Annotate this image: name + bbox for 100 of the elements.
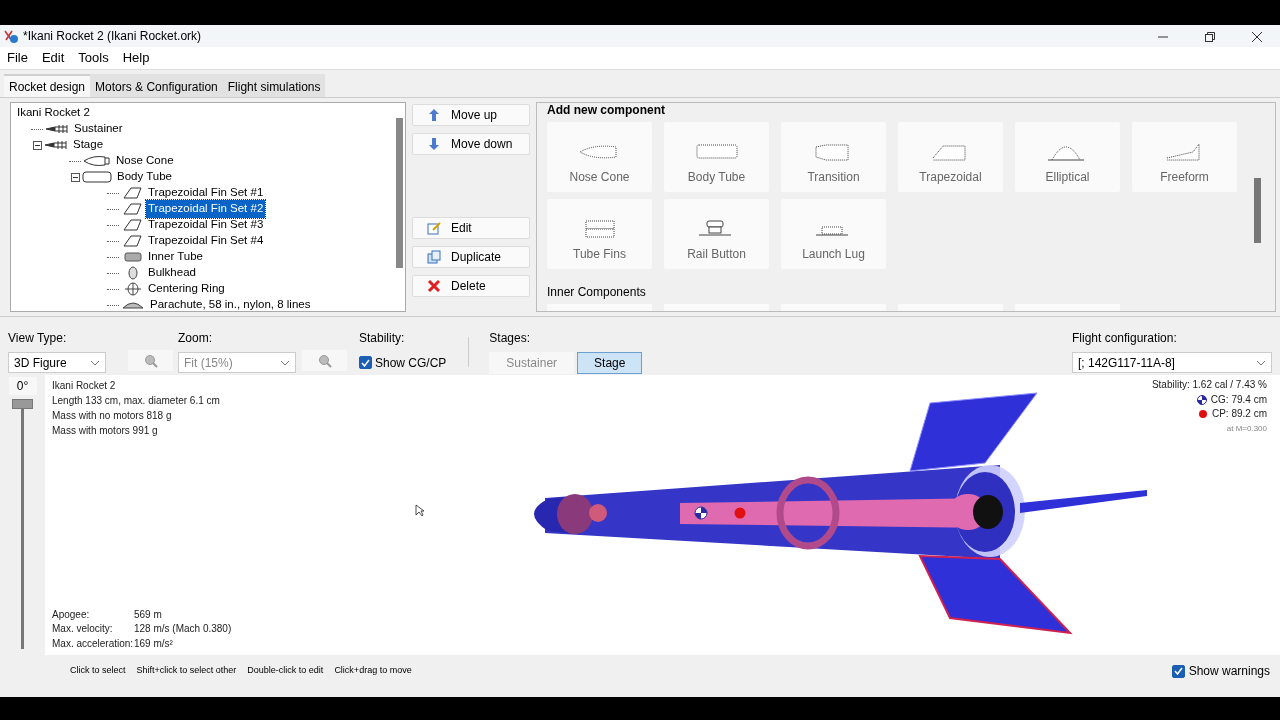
restore-icon bbox=[1204, 31, 1215, 42]
component-tile[interactable]: Freeform bbox=[1132, 122, 1237, 192]
tree-item[interactable]: Sustainer bbox=[72, 120, 125, 138]
checkbox[interactable] bbox=[359, 356, 372, 369]
info-text: Mass with no motors 818 g bbox=[52, 409, 173, 423]
tree-item[interactable]: Trapezoidal Fin Set #4 bbox=[146, 232, 266, 250]
cursor-icon bbox=[415, 504, 425, 517]
component-tile[interactable] bbox=[781, 304, 886, 311]
hint-text: Click+drag to move bbox=[334, 664, 412, 678]
flight-value: 569 m bbox=[134, 607, 163, 622]
collapse-toggle[interactable] bbox=[33, 140, 42, 150]
delete-button[interactable]: Delete bbox=[412, 275, 530, 297]
app-icon bbox=[3, 28, 19, 44]
hint-text: Shift+click to select other bbox=[136, 664, 237, 678]
component-tile[interactable]: Trapezoidal bbox=[898, 122, 1003, 192]
zoom-in-button[interactable] bbox=[302, 350, 347, 371]
field-label: Stages: bbox=[489, 330, 532, 347]
action-button[interactable]: Edit bbox=[412, 217, 530, 239]
action-button[interactable]: Move down bbox=[412, 133, 530, 155]
copy-icon bbox=[427, 250, 441, 264]
field-label: Zoom: bbox=[178, 330, 213, 347]
zoom-out-button[interactable] bbox=[128, 350, 173, 371]
cg-marker-icon bbox=[694, 506, 708, 520]
component-tile[interactable]: Body Tube bbox=[664, 122, 769, 192]
cg-icon bbox=[1196, 394, 1207, 405]
section-title: Add new component bbox=[547, 103, 666, 119]
stability-text: Stability: 1.62 cal / 7.43 % bbox=[1151, 378, 1267, 392]
x-icon bbox=[427, 279, 441, 293]
menu-item[interactable]: Help bbox=[115, 48, 157, 68]
action-button[interactable]: Move up bbox=[412, 104, 530, 126]
checkbox-label: Show CG/CP bbox=[375, 354, 447, 372]
cp-icon bbox=[1197, 409, 1208, 420]
tab[interactable]: Flight simulations bbox=[222, 74, 326, 97]
fin-icon bbox=[121, 234, 143, 248]
tree-item[interactable]: Nose Cone bbox=[114, 152, 176, 170]
tab[interactable]: Motors & Configuration bbox=[90, 74, 223, 97]
component-tile[interactable] bbox=[664, 304, 769, 311]
slider-thumb[interactable] bbox=[12, 399, 33, 409]
component-tile[interactable]: Nose Cone bbox=[547, 122, 652, 192]
component-tile[interactable]: Transition bbox=[781, 122, 886, 192]
arrow-up-icon bbox=[427, 108, 441, 122]
tree-item[interactable]: Parachute, 58 in., nylon, 8 lines bbox=[148, 296, 313, 311]
arrow-down-icon bbox=[427, 137, 441, 151]
checkbox[interactable] bbox=[1171, 664, 1185, 678]
rocket-drawing[interactable] bbox=[534, 392, 1147, 635]
section-title: Inner Components bbox=[547, 284, 646, 301]
scrollbar-thumb[interactable] bbox=[1254, 178, 1261, 243]
nose-cone-icon bbox=[83, 154, 111, 168]
tree-item[interactable]: Trapezoidal Fin Set #2 bbox=[146, 200, 266, 218]
zoom-out-icon bbox=[143, 353, 158, 368]
mach-text: at M=0.300 bbox=[1225, 422, 1267, 435]
info-text: Length 133 cm, max. diameter 6.1 cm bbox=[52, 394, 220, 408]
menu-item[interactable]: Tools bbox=[71, 48, 116, 68]
tree-item[interactable]: Bulkhead bbox=[146, 264, 198, 282]
action-button[interactable]: Duplicate bbox=[412, 246, 530, 268]
menu-item[interactable]: File bbox=[0, 48, 35, 68]
component-tile[interactable] bbox=[547, 304, 652, 311]
body-tube-icon bbox=[694, 142, 739, 162]
scrollbar-thumb[interactable] bbox=[396, 118, 403, 268]
caret-icon bbox=[1256, 359, 1266, 366]
flight-value: 169 m/s² bbox=[134, 636, 174, 651]
cg-text: CG: 79.4 cm bbox=[1210, 393, 1267, 405]
component-tile[interactable] bbox=[898, 304, 1003, 311]
tree-item[interactable]: Ikani Rocket 2 bbox=[15, 104, 92, 122]
edit-icon bbox=[427, 221, 441, 235]
tree-item[interactable]: Body Tube bbox=[115, 168, 174, 186]
hint-text: Click to select bbox=[70, 664, 126, 678]
window-title: *Ikani Rocket 2 (Ikani Rocket.ork) bbox=[23, 28, 203, 45]
info-text: Mass with motors 991 g bbox=[52, 424, 159, 438]
tube-icon bbox=[121, 250, 143, 264]
collapse-toggle[interactable] bbox=[71, 172, 80, 182]
stage-icon bbox=[45, 122, 69, 136]
component-tile[interactable] bbox=[1015, 304, 1120, 311]
tree-item[interactable]: Trapezoidal Fin Set #3 bbox=[146, 216, 266, 234]
tab[interactable]: Rocket design bbox=[4, 74, 91, 97]
menu-item[interactable]: Edit bbox=[34, 48, 72, 68]
component-tile[interactable]: Elliptical bbox=[1015, 122, 1120, 192]
component-tile[interactable]: Rail Button bbox=[664, 199, 769, 269]
zoom-in-icon bbox=[317, 353, 332, 368]
component-tile[interactable]: Launch Lug bbox=[781, 199, 886, 269]
check-icon bbox=[361, 358, 370, 367]
body-tube-icon bbox=[82, 170, 112, 184]
flight-label: Max. acceleration: bbox=[52, 636, 134, 651]
flight-value: 128 m/s (Mach 0.380) bbox=[134, 622, 232, 636]
dropdown[interactable]: [; 142G117-11A-8] bbox=[1072, 352, 1272, 373]
stage-icon bbox=[44, 138, 68, 152]
checkbox-label: Show warnings bbox=[1188, 663, 1270, 680]
flight-label: Max. velocity: bbox=[52, 622, 114, 636]
fin-icon bbox=[121, 218, 143, 232]
dropdown[interactable]: Fit (15%) bbox=[178, 352, 296, 373]
tree-item[interactable]: Stage bbox=[71, 136, 106, 154]
tree-item[interactable]: Inner Tube bbox=[146, 248, 205, 266]
fin-icon bbox=[121, 186, 143, 200]
tree-item[interactable]: Centering Ring bbox=[146, 280, 227, 298]
field-label: Stability: bbox=[359, 330, 406, 347]
dropdown[interactable]: 3D Figure bbox=[8, 352, 106, 373]
stage-button[interactable]: Stage bbox=[577, 352, 643, 374]
tree-item[interactable]: Trapezoidal Fin Set #1 bbox=[146, 184, 266, 202]
fin-icon bbox=[121, 202, 143, 216]
component-tile[interactable]: Tube Fins bbox=[547, 199, 652, 269]
